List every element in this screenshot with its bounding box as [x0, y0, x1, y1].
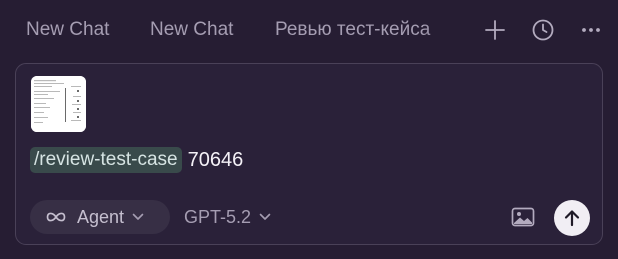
tab-new-chat-2[interactable]: New Chat — [150, 18, 233, 42]
chevron-down-icon — [259, 213, 271, 221]
chat-composer[interactable]: /review-test-case 70646 Agent GPT-5.2 — [15, 63, 603, 245]
mode-selector[interactable]: Agent — [30, 200, 170, 234]
chevron-down-icon — [132, 213, 144, 221]
command-chip[interactable]: /review-test-case — [30, 147, 182, 173]
attachment-thumbnail[interactable] — [31, 76, 86, 132]
tabs-bar: New Chat New Chat Ревью тест-кейса — [0, 0, 618, 60]
mode-label: Agent — [77, 206, 125, 227]
infinity-icon — [44, 210, 68, 224]
clock-icon[interactable] — [530, 17, 556, 43]
more-horizontal-icon[interactable] — [578, 17, 604, 43]
send-button[interactable] — [554, 200, 590, 236]
model-label: GPT-5.2 — [184, 206, 252, 227]
prompt-text: 70646 — [187, 149, 244, 171]
plus-icon[interactable] — [482, 17, 508, 43]
model-selector[interactable]: GPT-5.2 — [184, 200, 271, 234]
tab-new-chat-1[interactable]: New Chat — [26, 18, 109, 42]
image-icon[interactable] — [510, 205, 536, 229]
tab-review-test-case[interactable]: Ревью тест-кейса — [275, 18, 461, 42]
prompt-input[interactable]: /review-test-case 70646 — [30, 146, 243, 174]
arrow-up-icon — [562, 208, 582, 228]
